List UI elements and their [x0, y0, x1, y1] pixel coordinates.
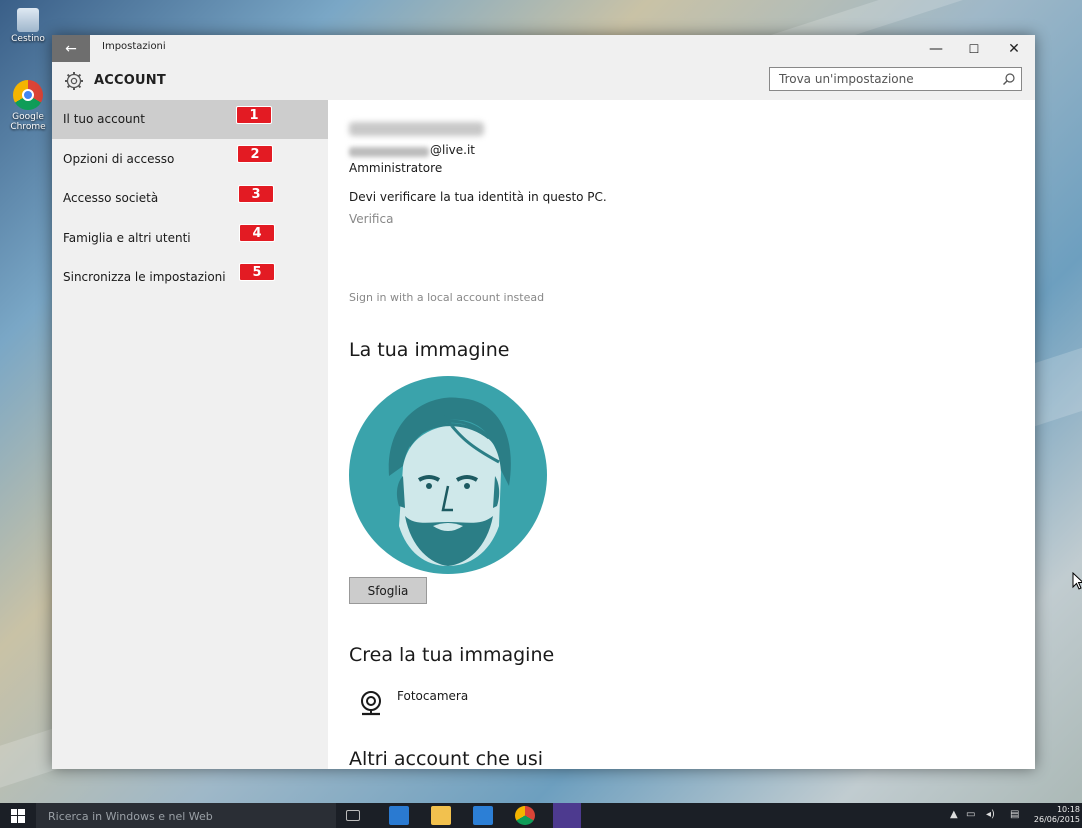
store-icon[interactable] [473, 806, 493, 825]
title-bar: ← Impostazioni — ☐ ✕ [52, 35, 1035, 62]
user-avatar-image [349, 376, 547, 574]
account-name-redacted [349, 122, 484, 136]
chrome-taskbar-icon[interactable] [515, 806, 535, 825]
number-badge: 2 [237, 145, 273, 163]
tray-chevron-icon[interactable]: ▲ [950, 809, 958, 820]
desktop-icon-recycle-bin[interactable]: Cestino [6, 8, 50, 44]
local-account-link[interactable]: Sign in with a local account instead [349, 291, 544, 304]
search-placeholder: Trova un'impostazione [779, 72, 914, 86]
other-accounts-heading: Altri account che usi [349, 748, 544, 769]
clock-date: 26/06/2015 [1033, 815, 1080, 824]
notifications-icon[interactable]: ▤ [1010, 809, 1019, 820]
settings-window: ← Impostazioni — ☐ ✕ ACCOUNT Trova un'im… [52, 35, 1035, 769]
account-role: Amministratore [349, 161, 443, 175]
back-button[interactable]: ← [52, 35, 90, 62]
desktop-icon-chrome[interactable]: Google Chrome [6, 80, 50, 132]
account-email: @live.it [430, 143, 476, 157]
picture-heading: La tua immagine [349, 339, 510, 361]
number-badge: 1 [236, 106, 272, 124]
sidebar-item-sincronizza-le-impostazioni[interactable]: Sincronizza le impostazioni 5 [52, 258, 328, 297]
settings-header: ACCOUNT Trova un'impostazione [52, 62, 1035, 100]
taskbar-search-text: Ricerca in Windows e nel Web [48, 810, 213, 823]
camera-label[interactable]: Fotocamera [397, 689, 468, 703]
number-badge: 5 [239, 263, 275, 281]
volume-icon[interactable]: ◂) [986, 809, 995, 820]
page-title: ACCOUNT [94, 73, 166, 88]
edge-browser-icon[interactable] [389, 806, 409, 825]
sidebar-item-accesso-societa[interactable]: Accesso società 3 [52, 179, 328, 218]
sidebar: Il tuo account 1 Opzioni di accesso 2 Ac… [52, 100, 328, 769]
browse-button[interactable]: Sfoglia [349, 577, 427, 604]
network-icon[interactable]: ▭ [966, 809, 975, 820]
taskbar: Ricerca in Windows e nel Web ▲ ▭ ◂) ▤ 10… [0, 803, 1082, 828]
verify-message: Devi verificare la tua identità in quest… [349, 190, 607, 204]
clock-time: 10:18 [1056, 805, 1080, 814]
main-content: @live.it Amministratore Devi verificare … [328, 100, 1035, 769]
start-button[interactable] [0, 803, 36, 828]
window-title: Impostazioni [102, 41, 166, 52]
taskbar-search-box[interactable]: Ricerca in Windows e nel Web [36, 803, 336, 828]
webcam-icon[interactable] [359, 691, 383, 717]
sidebar-item-il-tuo-account[interactable]: Il tuo account 1 [52, 100, 328, 139]
recycle-bin-icon [17, 8, 39, 32]
file-explorer-icon[interactable] [431, 806, 451, 825]
close-icon: ✕ [1008, 40, 1020, 57]
sidebar-item-opzioni-di-accesso[interactable]: Opzioni di accesso 2 [52, 140, 328, 179]
sidebar-item-label: Accesso società [63, 191, 159, 205]
sidebar-item-label: Opzioni di accesso [63, 152, 175, 166]
taskbar-clock[interactable]: 10:18 26/06/2015 [1032, 805, 1080, 825]
sidebar-item-label: Il tuo account [63, 112, 145, 126]
desktop-icon-label: Cestino [11, 34, 45, 44]
sidebar-item-label: Famiglia e altri utenti [63, 231, 191, 245]
desktop-icon-label: Google Chrome [10, 112, 46, 132]
verify-link[interactable]: Verifica [349, 212, 393, 226]
chrome-icon [13, 80, 43, 110]
minimize-button[interactable]: — [916, 35, 956, 62]
close-button[interactable]: ✕ [994, 35, 1034, 62]
maximize-icon: ☐ [968, 41, 980, 56]
create-picture-heading: Crea la tua immagine [349, 644, 555, 666]
number-badge: 4 [239, 224, 275, 242]
maximize-button[interactable]: ☐ [954, 35, 994, 62]
settings-taskbar-icon[interactable] [553, 803, 581, 828]
mouse-cursor-icon [1072, 572, 1082, 590]
task-view-icon[interactable] [346, 810, 360, 821]
account-email-redacted [349, 147, 429, 157]
sidebar-item-label: Sincronizza le impostazioni [63, 270, 226, 284]
sidebar-item-famiglia-e-altri-utenti[interactable]: Famiglia e altri utenti 4 [52, 219, 328, 258]
windows-logo-icon [11, 808, 25, 823]
search-icon [1003, 73, 1015, 85]
search-input[interactable]: Trova un'impostazione [769, 67, 1022, 91]
back-arrow-icon: ← [65, 40, 77, 57]
number-badge: 3 [238, 185, 274, 203]
minimize-icon: — [929, 40, 943, 57]
gear-icon [65, 72, 83, 90]
